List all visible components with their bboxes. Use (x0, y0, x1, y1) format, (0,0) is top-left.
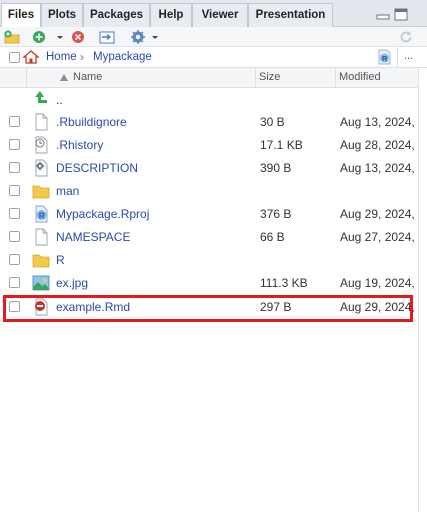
parent-directory-label[interactable]: .. (56, 93, 63, 107)
file-modified: Aug 29, 2024, (340, 300, 415, 314)
parent-directory-icon[interactable] (32, 89, 50, 107)
pane-right-edge (418, 68, 427, 512)
minimize-pane-icon[interactable] (376, 8, 390, 20)
file-size: 376 B (260, 207, 292, 221)
column-size[interactable]: Size (259, 68, 280, 87)
file-list-header: Name Size Modified (0, 68, 418, 88)
breadcrumb-current[interactable]: Mypackage (93, 51, 152, 63)
file-checkbox[interactable] (9, 208, 20, 219)
file-name[interactable]: Mypackage.Rproj (56, 207, 149, 221)
file-row[interactable]: .Rhistory 17.1 KB Aug 28, 2024, (0, 134, 418, 157)
file-size: 297 B (260, 300, 292, 314)
file-name[interactable]: R (56, 253, 65, 267)
file-size: 30 B (260, 115, 285, 129)
text-file-icon (35, 228, 48, 246)
file-modified: Aug 19, 2024, (340, 276, 415, 290)
file-size: 111.3 KB (260, 276, 308, 290)
breadcrumb: Home › Mypackage R ... (0, 47, 427, 68)
file-row[interactable]: R Mypackage.Rproj 376 B Aug 29, 2024, (0, 203, 418, 226)
rmd-file-icon (35, 298, 48, 316)
tab-plots[interactable]: Plots (41, 3, 83, 27)
sort-ascending-icon (60, 74, 68, 81)
file-row[interactable]: R (0, 249, 418, 272)
tab-packages[interactable]: Packages (83, 3, 150, 27)
delete-icon[interactable] (70, 29, 86, 45)
rename-icon[interactable] (98, 29, 116, 45)
go-to-directory-button[interactable]: ... (404, 50, 413, 62)
file-modified: Aug 13, 2024, (340, 115, 415, 129)
file-size: 390 B (260, 161, 292, 175)
file-row[interactable]: example.Rmd 297 B Aug 29, 2024, (0, 296, 418, 319)
tab-help[interactable]: Help (150, 3, 192, 27)
file-modified: Aug 13, 2024, (340, 161, 415, 175)
tab-presentation[interactable]: Presentation (248, 3, 333, 27)
svg-text:R: R (39, 211, 45, 221)
file-checkbox[interactable] (9, 185, 20, 196)
file-row[interactable]: .Rbuildignore 30 B Aug 13, 2024, (0, 111, 418, 134)
text-file-icon (35, 113, 48, 131)
folder-icon (32, 185, 50, 199)
column-modified[interactable]: Modified (339, 68, 381, 87)
file-row[interactable]: man (0, 180, 418, 203)
home-icon[interactable] (22, 49, 40, 65)
file-checkbox[interactable] (9, 277, 20, 288)
file-row[interactable]: DESCRIPTION 390 B Aug 13, 2024, (0, 157, 418, 180)
parent-directory-row[interactable]: .. (0, 88, 418, 111)
file-row[interactable]: ex.jpg 111.3 KB Aug 19, 2024, (0, 272, 418, 295)
history-file-icon (35, 136, 48, 154)
new-blank-file-icon[interactable] (31, 29, 47, 45)
file-name[interactable]: man (56, 184, 79, 198)
folder-icon (32, 254, 50, 268)
file-modified: Aug 28, 2024, (340, 138, 415, 152)
rproject-icon[interactable]: R (376, 49, 392, 65)
files-toolbar (0, 27, 427, 47)
file-name[interactable]: .Rhistory (56, 138, 103, 152)
new-folder-icon[interactable] (3, 29, 21, 45)
breadcrumb-divider (397, 47, 398, 67)
file-checkbox[interactable] (9, 301, 20, 312)
new-file-dropdown-icon[interactable] (56, 29, 64, 45)
tab-viewer[interactable]: Viewer (192, 3, 248, 27)
breadcrumb-home[interactable]: Home (46, 51, 77, 63)
file-modified: Aug 27, 2024, (340, 230, 415, 244)
svg-text:R: R (382, 54, 388, 63)
tab-files[interactable]: Files (1, 3, 41, 28)
refresh-icon[interactable] (398, 29, 414, 45)
gear-file-icon (35, 159, 48, 177)
file-name[interactable]: ex.jpg (56, 276, 88, 290)
more-dropdown-icon[interactable] (151, 29, 159, 45)
file-checkbox[interactable] (9, 162, 20, 173)
column-name[interactable]: Name (73, 68, 102, 87)
file-name[interactable]: .Rbuildignore (56, 115, 127, 129)
file-checkbox[interactable] (9, 116, 20, 127)
select-all-checkbox[interactable] (9, 52, 20, 63)
file-size: 17.1 KB (260, 138, 303, 152)
more-gear-icon[interactable] (129, 29, 147, 45)
pane-tab-bar: Files Plots Packages Help Viewer Present… (0, 0, 427, 28)
file-name[interactable]: DESCRIPTION (56, 161, 138, 175)
file-modified: Aug 29, 2024, (340, 207, 415, 221)
breadcrumb-separator-icon: › (80, 50, 84, 64)
file-checkbox[interactable] (9, 231, 20, 242)
file-checkbox[interactable] (9, 139, 20, 150)
file-size: 66 B (260, 230, 285, 244)
maximize-pane-icon[interactable] (394, 8, 408, 21)
rproj-icon: R (35, 205, 48, 223)
image-file-icon (32, 275, 50, 291)
file-name[interactable]: NAMESPACE (56, 230, 130, 244)
file-checkbox[interactable] (9, 254, 20, 265)
file-name[interactable]: example.Rmd (56, 300, 130, 314)
file-row[interactable]: NAMESPACE 66 B Aug 27, 2024, (0, 226, 418, 249)
